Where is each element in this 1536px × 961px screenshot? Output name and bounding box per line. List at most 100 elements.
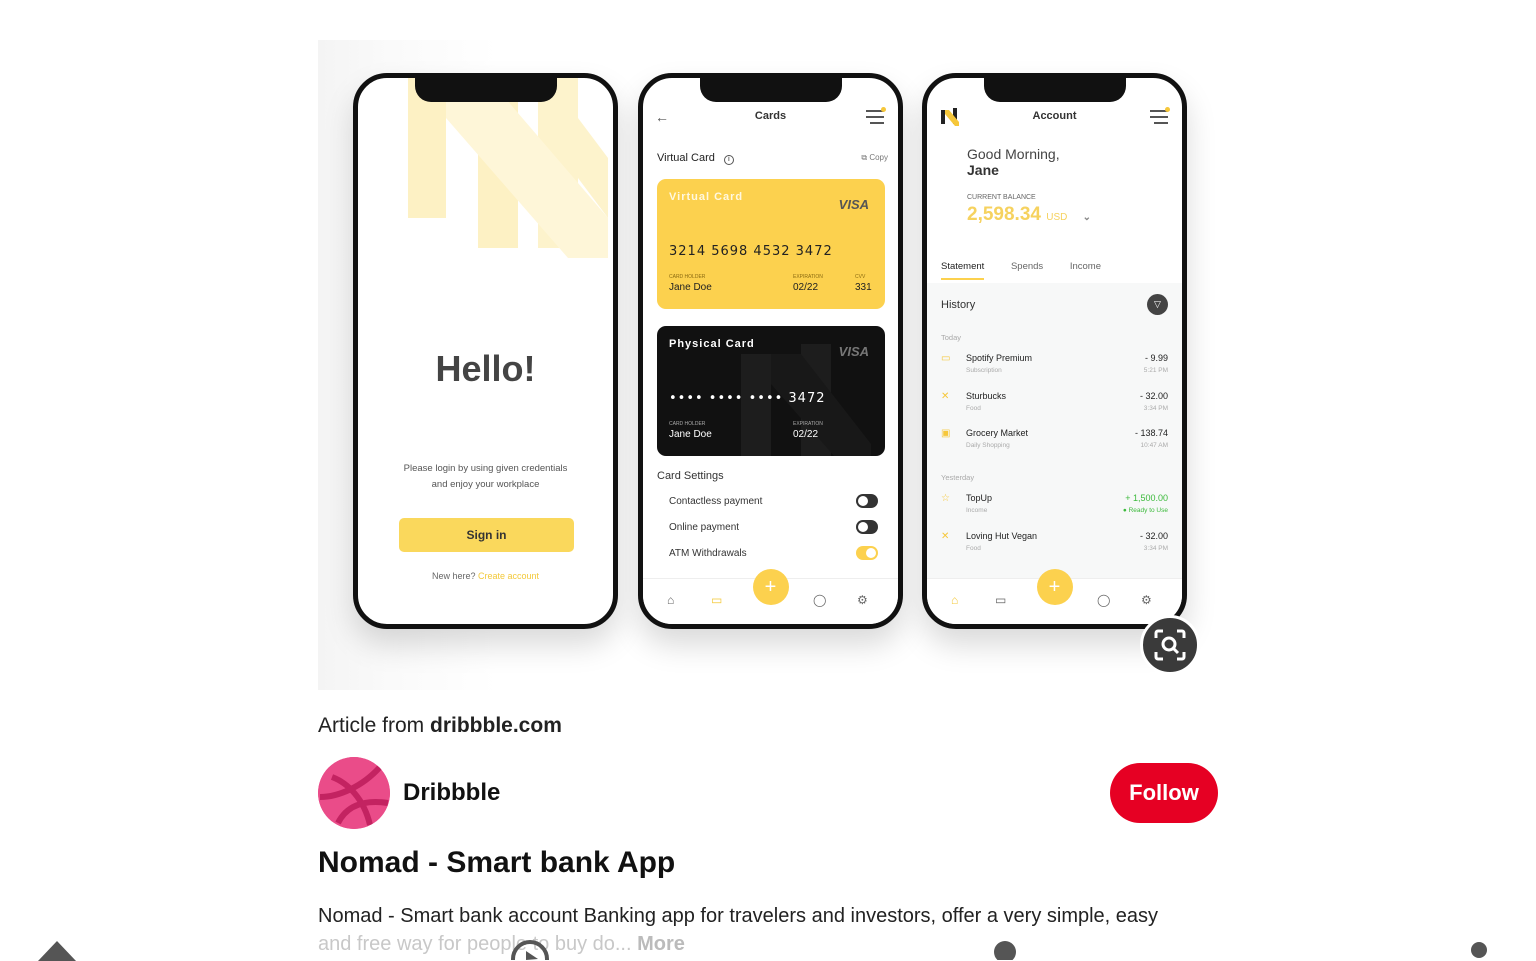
transaction-amount: - 9.99 [1144,353,1168,363]
chat-icon[interactable]: ◯ [813,593,826,607]
home-icon[interactable]: ⌂ [951,593,958,607]
transaction-row[interactable]: ✕ Sturbucks Food - 32.00 3:34 PM [941,389,1168,419]
pin-image[interactable]: Hello! Please login by using given crede… [318,40,1218,690]
online-payment-toggle[interactable] [856,520,878,534]
phone-account-screen: Account Good Morning, Jane CURRENT BALAN… [922,73,1187,629]
copy-button[interactable]: ⧉ Copy [861,153,888,163]
avatar[interactable] [318,757,390,829]
transaction-time: 3:34 PM [1143,545,1168,552]
chevron-down-icon[interactable]: ⌄ [1083,212,1091,223]
tab-spends[interactable]: Spends [1011,261,1043,272]
follow-button[interactable]: Follow [1110,763,1218,823]
setting-contactless: Contactless payment [669,494,888,508]
hello-heading: Hello! [435,348,536,389]
card-exp-label: EXPIRATION [793,274,823,280]
profile-icon[interactable] [993,939,1017,960]
notification-dot-icon [1165,107,1170,112]
account-topbar: Account [927,106,1182,130]
card-holder-label: CARD HOLDER [669,421,706,427]
day-label-today: Today [941,333,962,342]
visual-search-button[interactable] [1140,615,1200,675]
card-icon[interactable]: ▭ [995,593,1006,607]
info-icon[interactable]: i [723,155,734,165]
create-account-link[interactable]: Create account [478,571,539,581]
food-icon: ✕ [941,531,950,542]
tab-statement[interactable]: Statement [941,261,985,280]
settings-gear-icon[interactable]: ⚙ [1141,593,1152,607]
add-button[interactable]: + [1036,569,1073,605]
menu-icon[interactable] [866,107,886,128]
physical-card[interactable]: Physical Card VISA •••• •••• •••• 3472 C… [657,326,885,456]
card-holder: Jane Doe [669,429,712,440]
login-subtitle: Please login by using given credentials … [358,461,613,493]
setting-label: ATM Withdrawals [669,548,747,559]
transaction-name: Spotify Premium [966,353,1033,363]
contactless-toggle[interactable] [856,494,878,508]
transaction-category: Food [966,405,981,412]
card-cvv: 331 [855,282,872,293]
chat-icon[interactable]: ◯ [1097,593,1110,607]
home-icon[interactable] [38,941,76,961]
transaction-status: ● Ready to Use [1122,507,1168,514]
transaction-row[interactable]: ▣ Grocery Market Daily Shopping - 138.74… [941,426,1168,456]
transaction-amount: - 32.00 [1139,531,1168,541]
transaction-row[interactable]: ✕ Loving Hut Vegan Food - 32.00 3:34 PM [941,529,1168,559]
add-button[interactable]: + [752,569,789,605]
transaction-name: Sturbucks [966,391,1007,401]
atm-toggle[interactable] [856,546,878,560]
day-label-yesterday: Yesterday [941,473,975,482]
card-holder: Jane Doe [669,282,712,293]
setting-online: Online payment [669,520,888,534]
play-icon[interactable] [510,939,550,960]
bottom-tabbar: ⌂ ▭ + ◯ ⚙ [927,569,1182,624]
transaction-row[interactable]: ▭ Spotify Premium Subscription - 9.99 5:… [941,351,1168,381]
notification-dot-icon [881,107,886,112]
phone-notch [983,78,1126,102]
transaction-row[interactable]: ☆ TopUp Income + 1,500.00 ● Ready to Use [941,491,1168,521]
phone-cards-screen: ← Cards Virtual Card i ⧉ Copy Virtual Ca… [638,73,903,629]
author-name[interactable]: Dribbble [403,779,500,807]
tab-income[interactable]: Income [1070,261,1101,272]
signin-button[interactable]: Sign in [399,518,574,552]
transaction-amount: - 138.74 [1134,428,1168,438]
star-icon: ☆ [941,493,950,504]
filter-icon[interactable]: ▽ [1147,294,1168,315]
home-icon[interactable]: ⌂ [667,593,674,607]
phone-notch [699,78,842,102]
transaction-time: 3:34 PM [1143,405,1168,412]
phone-notch [414,78,557,102]
history-panel: History ▽ Today ▭ Spotify Premium Subscr… [927,283,1182,578]
greeting-name: Jane [967,162,999,178]
subtitle-line: and enjoy your workplace [431,479,540,490]
subtitle-line: Please login by using given credentials [403,463,568,474]
new-here-label: New here? [431,571,476,581]
article-from-label: Article from [318,714,431,737]
card-icon[interactable]: ▭ [711,593,722,607]
virtual-card[interactable]: Virtual Card VISA 3214 5698 4532 3472 CA… [657,179,885,309]
menu-icon[interactable] [1150,107,1170,128]
setting-atm: ATM Withdrawals [669,546,888,560]
transaction-category: Food [966,545,981,552]
card-settings-title: Card Settings [657,470,724,482]
nomad-logo-watermark [408,78,608,258]
transaction-category: Income [966,507,988,514]
virtual-card-header: Virtual Card i ⧉ Copy [657,152,888,165]
card-exp-label: EXPIRATION [793,421,823,427]
description-line: Nomad - Smart bank account Banking app f… [318,905,1159,927]
food-icon: ✕ [941,391,950,402]
setting-label: Online payment [669,522,740,533]
account-tabs: Statement Spends Income [941,261,1125,280]
settings-gear-icon[interactable]: ⚙ [857,593,868,607]
card-cvv-label: CVV [855,274,866,280]
balance-currency: USD [1046,212,1068,223]
notification-icon[interactable] [1470,941,1488,959]
article-source-link[interactable]: dribbble.com [430,714,562,737]
visa-logo: VISA [838,197,869,212]
cards-title: Cards [754,110,787,122]
balance-value: 2,598.34 [967,204,1041,225]
phone-login-screen: Hello! Please login by using given crede… [353,73,618,629]
cards-topbar: ← Cards [643,106,898,130]
visa-logo: VISA [838,344,869,359]
card-exp: 02/22 [793,282,819,293]
balance-amount: 2,598.34 USD ⌄ [967,204,1091,226]
